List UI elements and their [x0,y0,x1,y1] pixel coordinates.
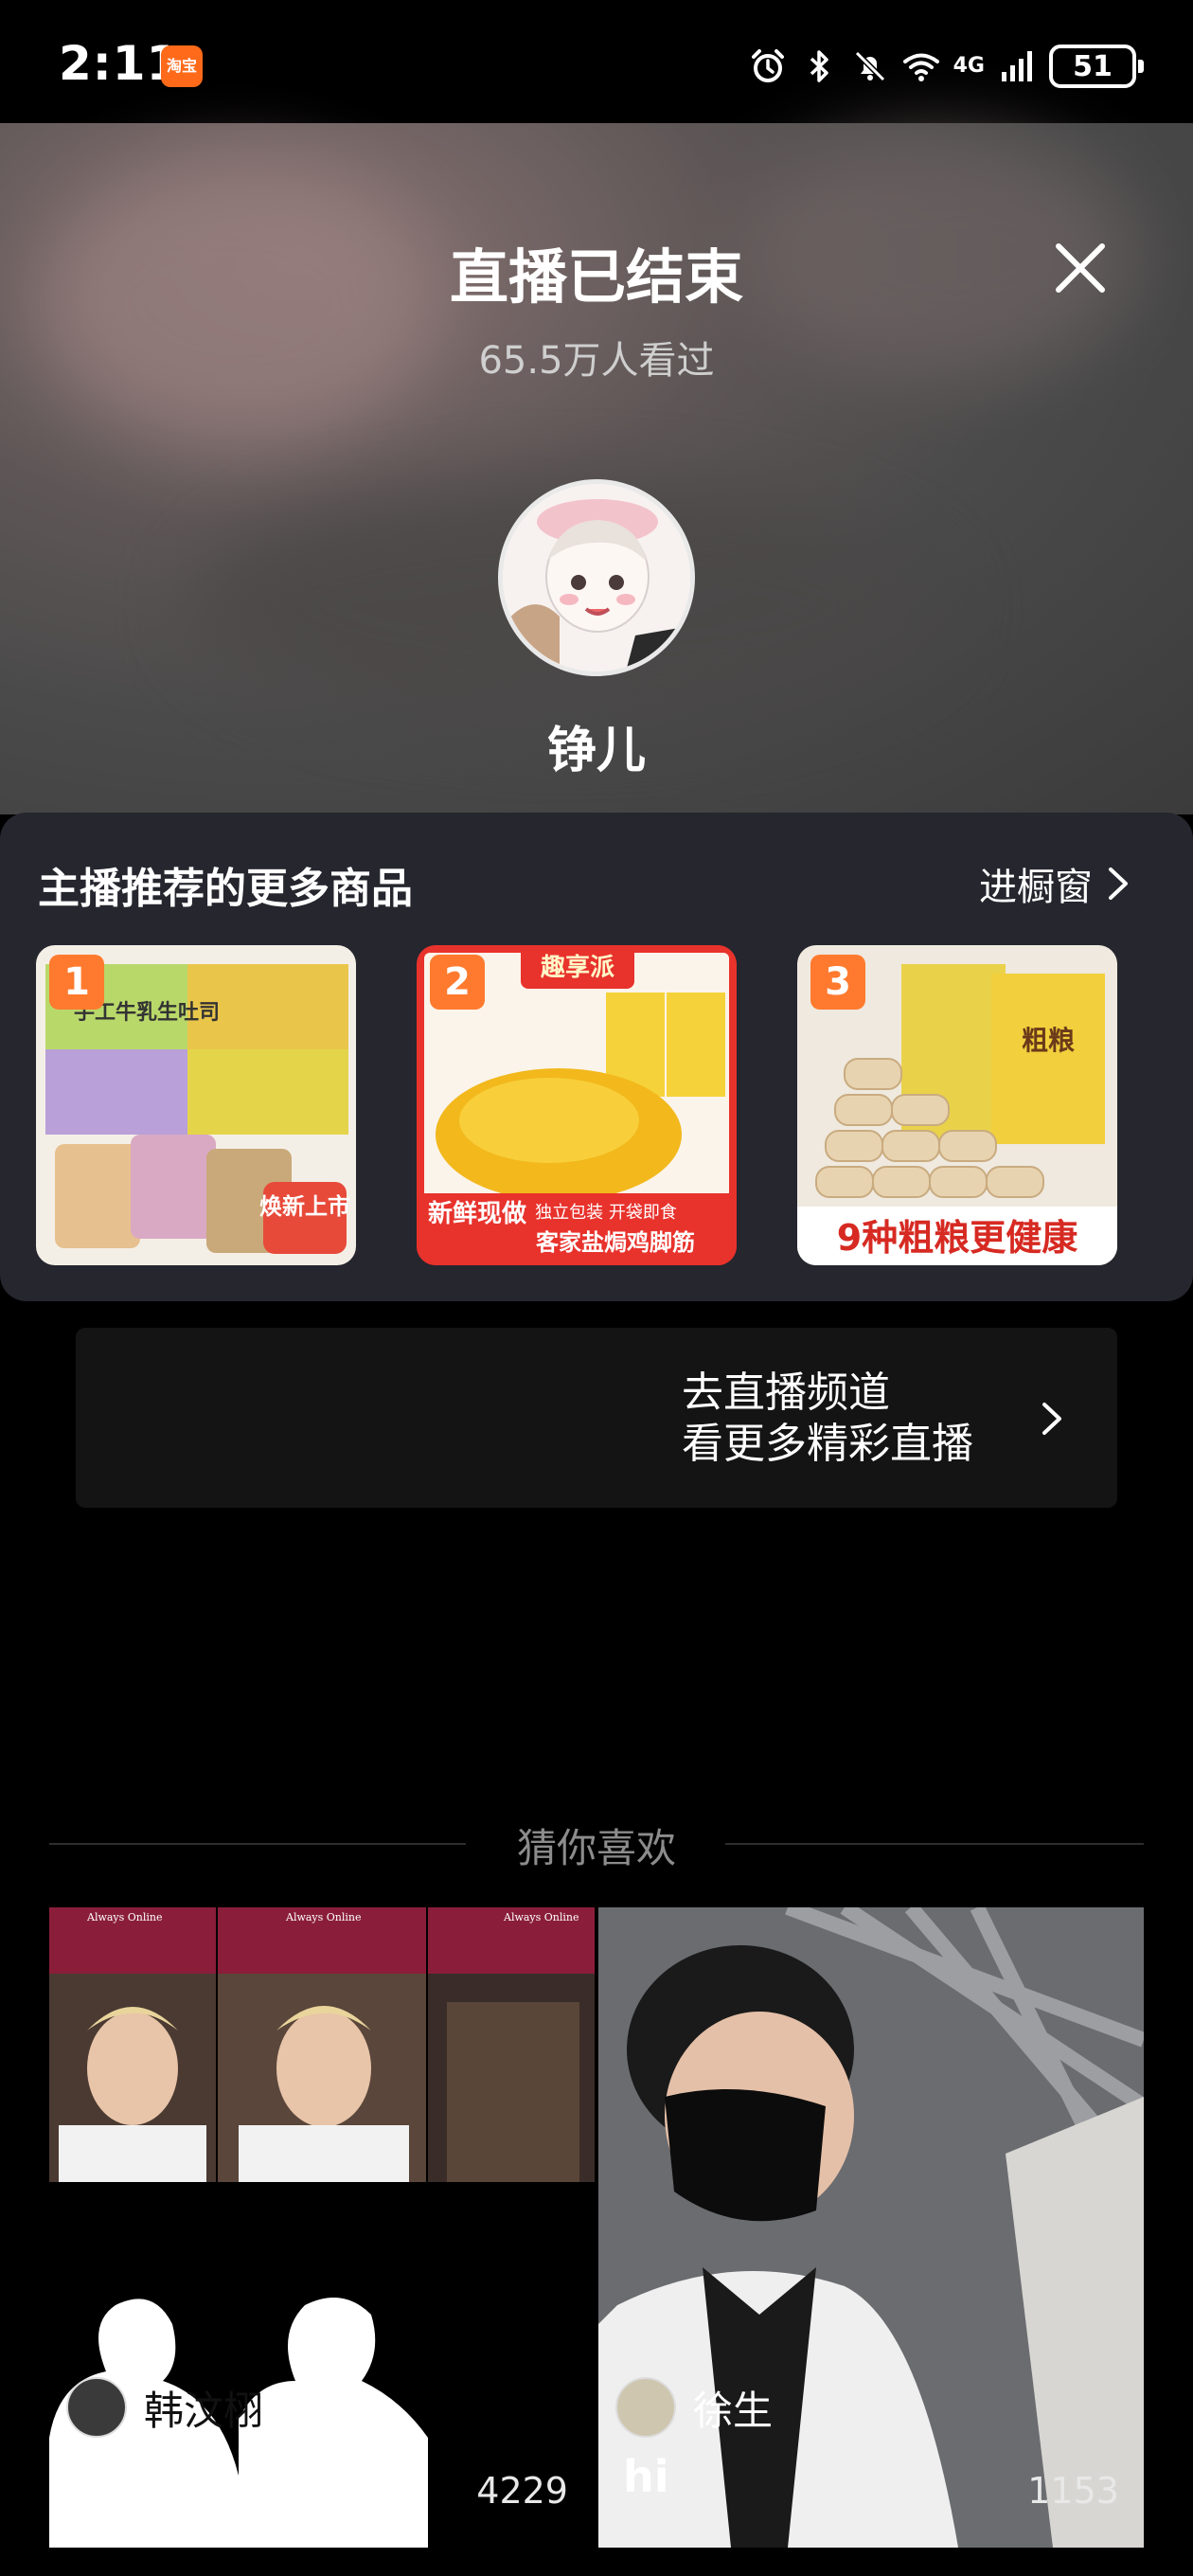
feed-card-1[interactable]: Always Online Always Online Always Onlin… [49,1907,595,2548]
panel-title: 主播推荐的更多商品 [38,865,413,913]
feed-card-2[interactable]: 徐生 hi 1153 [598,1907,1144,2548]
product-card-2[interactable]: 2 趣享派 新鲜现做 独立包装 开袋即食 客家盐焗鸡脚筋 [417,945,737,1265]
shop-window-label: 进橱窗 [979,866,1093,909]
feed-thumbnail: Always Online Always Online Always Onlin… [49,1907,595,2548]
live-channel-text: 去直播频道 看更多精彩直播 [682,1368,973,1470]
feed-caption: hi [623,2451,669,2502]
viewer-count: 4229 [476,2470,568,2512]
chevron-right-icon [1109,868,1128,900]
alarm-icon [751,49,784,82]
product-tag: 焕新上市 [259,1193,350,1220]
status-icons: 4G 51 [749,42,1144,91]
live-ended-header: 直播已结束 65.5万人看过 铮儿 [0,123,1193,814]
live-channel-line2: 看更多精彩直播 [682,1420,973,1468]
thumb-text: Always Online [503,1911,579,1923]
divider [725,1843,1144,1845]
chevron-right-icon [1042,1403,1061,1435]
product-caption: 9种粗粮更健康 [837,1217,1077,1259]
feed-user[interactable]: 徐生 [615,2377,773,2438]
live-channel-card[interactable]: 去直播频道 看更多精彩直播 [76,1328,1117,1508]
brand-label: 粗粮 [1022,1025,1075,1056]
product-rank-badge: 3 [810,955,865,1010]
user-avatar [615,2377,676,2438]
brand-label: 趣享派 [540,953,614,982]
guess-you-like-title: 猜你喜欢 [516,1825,676,1871]
feed-user[interactable]: 韩汶栩 [66,2377,263,2438]
shop-window-link[interactable]: 进橱窗 [979,856,1131,911]
viewer-count: 1153 [1027,2470,1119,2512]
streamer-avatar[interactable] [498,479,695,676]
feed-username: 韩汶栩 [144,2387,264,2434]
product-rank-badge: 1 [49,955,104,1010]
product-sub-caption: 独立包装 开袋即食 [535,1203,677,1223]
mute-icon [854,50,885,82]
recommended-products-panel: 主播推荐的更多商品 进橱窗 1 手工牛乳生吐司 焕新上市 2 趣享派 新鲜现做 … [0,813,1193,1301]
network-type: 4G [953,54,985,78]
thumb-text: Always Online [285,1911,362,1923]
streamer-name[interactable]: 铮儿 [0,710,1193,781]
close-icon[interactable] [1049,237,1112,299]
live-channel-line1: 去直播频道 [682,1368,890,1417]
battery-level: 51 [1073,49,1113,83]
avatar-illustration [503,484,690,671]
thumb-text: Always Online [86,1911,163,1923]
signal-icon [1002,51,1032,81]
viewer-count: 65.5万人看过 [478,339,715,383]
product-rank-badge: 2 [430,955,485,1010]
feed-username: 徐生 [693,2387,774,2434]
taobao-app-icon: 淘宝 [161,45,203,87]
bluetooth-icon [810,50,828,82]
feed-thumbnail [598,1907,1144,2548]
product-caption: 客家盐焗鸡脚筋 [536,1229,695,1256]
user-avatar [66,2377,127,2438]
wifi-icon [902,53,939,81]
status-bar: 2:11 淘宝 4G 51 [0,0,1193,123]
live-ended-title: 直播已结束 [449,242,743,312]
product-card-1[interactable]: 1 手工牛乳生吐司 焕新上市 [36,945,356,1265]
product-card-3[interactable]: 3 粗粮 9种粗粮更健康 [797,945,1117,1265]
product-tag: 新鲜现做 [428,1199,526,1228]
battery-icon: 51 [1049,45,1144,88]
